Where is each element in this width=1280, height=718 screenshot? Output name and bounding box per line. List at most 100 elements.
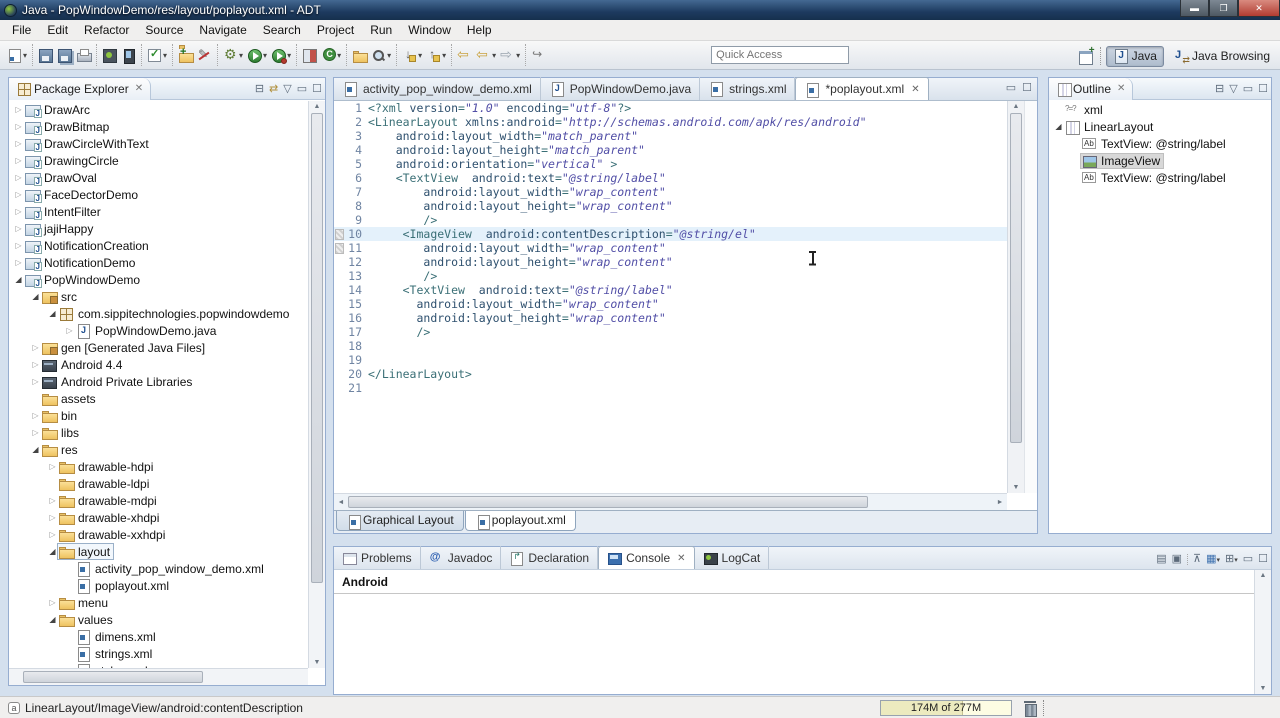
code-line-18[interactable]: 18 <box>334 339 1007 353</box>
coverage-button[interactable] <box>300 45 319 65</box>
maximize-view-icon[interactable]: ☐ <box>1258 553 1268 565</box>
save-button[interactable] <box>36 45 55 65</box>
dropdown-caret-icon[interactable]: ▾ <box>492 51 496 60</box>
perspective-java[interactable]: Java <box>1105 45 1164 67</box>
code-line-8[interactable]: 8 android:layout_height="wrap_content" <box>334 199 1007 213</box>
tree-item-strings-xml[interactable]: strings.xml <box>9 645 308 662</box>
package-explorer-tab[interactable]: Package Explorer ✕ <box>9 77 152 100</box>
tree-item-assets[interactable]: assets <box>9 390 308 407</box>
code-line-16[interactable]: 16 android:layout_height="wrap_content" <box>334 311 1007 325</box>
expand-arrow-icon[interactable]: ▷ <box>47 598 58 607</box>
tree-item-popwindowdemo[interactable]: ◢ PopWindowDemo <box>9 271 308 288</box>
expand-arrow-icon[interactable]: ▷ <box>47 513 58 522</box>
display-selected-console-icon[interactable]: ▦▾ <box>1206 553 1220 565</box>
run-button[interactable]: ▾ <box>245 45 269 65</box>
last-edit-location-button[interactable] <box>529 45 548 65</box>
close-icon[interactable]: ✕ <box>135 83 143 94</box>
code-line-21[interactable]: 21 <box>334 381 1007 395</box>
editor-tab-activity-pop-window-demo-xml[interactable]: activity_pop_window_demo.xml <box>334 77 541 100</box>
minimize-view-icon[interactable]: ▭ <box>297 83 307 95</box>
menu-item-navigate[interactable]: Navigate <box>191 21 254 39</box>
maximize-view-icon[interactable]: ☐ <box>1258 83 1268 95</box>
tree-item-res[interactable]: ◢ res <box>9 441 308 458</box>
console-tab-declaration[interactable]: Declaration <box>501 546 599 569</box>
tree-item-drawable-mdpi[interactable]: ▷ drawable-mdpi <box>9 492 308 509</box>
scroll-lock-icon[interactable]: ▣ <box>1172 553 1182 565</box>
expand-arrow-icon[interactable]: ▷ <box>30 411 41 420</box>
menu-item-window[interactable]: Window <box>400 21 459 39</box>
code-line-15[interactable]: 15 android:layout_width="wrap_content" <box>334 297 1007 311</box>
next-annotation-button[interactable]: ▾ <box>400 45 424 65</box>
tree-item-gen-generated-java-files[interactable]: ▷ gen [Generated Java Files] <box>9 339 308 356</box>
expand-arrow-icon[interactable]: ▷ <box>47 462 58 471</box>
editor-hscrollbar[interactable]: ◄ ► <box>334 493 1007 510</box>
search-button[interactable]: ▾ <box>369 45 393 65</box>
tree-item-poplayout-xml[interactable]: poplayout.xml <box>9 577 308 594</box>
close-window-button[interactable]: ✕ <box>1238 0 1280 17</box>
expand-arrow-icon[interactable]: ▷ <box>13 122 24 131</box>
expand-arrow-icon[interactable]: ▷ <box>13 105 24 114</box>
view-menu-icon[interactable]: ▽ <box>1229 83 1237 95</box>
tree-item-notificationdemo[interactable]: ▷ NotificationDemo <box>9 254 308 271</box>
tree-item-drawable-hdpi[interactable]: ▷ drawable-hdpi <box>9 458 308 475</box>
maximize-window-button[interactable]: ❐ <box>1209 0 1238 17</box>
dropdown-caret-icon[interactable]: ▾ <box>163 51 167 60</box>
run-lint-button[interactable] <box>195 45 214 65</box>
collapse-arrow-icon[interactable]: ◢ <box>47 309 58 318</box>
tree-item-xml[interactable]: xml <box>1049 101 1271 118</box>
tree-item-textview-string-label[interactable]: TextView: @string/label <box>1049 135 1271 152</box>
new-java-class-button[interactable]: ▾ <box>319 45 343 65</box>
save-all-button[interactable] <box>55 45 74 65</box>
tree-item-dimens-xml[interactable]: dimens.xml <box>9 628 308 645</box>
xml-editor[interactable]: 1 <?xml version="1.0" encoding="utf-8"?> 2… <box>334 101 1007 493</box>
new-android-project-button[interactable] <box>176 44 195 65</box>
menu-item-project[interactable]: Project <box>309 21 362 39</box>
close-icon[interactable]: ✕ <box>1117 83 1125 94</box>
editor-page-tab-poplayout-xml[interactable]: poplayout.xml <box>464 511 576 531</box>
editor-page-tab-graphical-layout[interactable]: Graphical Layout <box>336 511 464 531</box>
expand-arrow-icon[interactable]: ▷ <box>47 496 58 505</box>
link-with-editor-icon[interactable]: ⇄ <box>269 83 278 95</box>
debug-button[interactable]: ▾ <box>221 45 245 65</box>
code-line-13[interactable]: 13 /> <box>334 269 1007 283</box>
expand-arrow-icon[interactable]: ▷ <box>30 343 41 352</box>
dropdown-caret-icon[interactable]: ▾ <box>239 51 243 60</box>
android-virtual-device-manager-button[interactable] <box>119 45 138 65</box>
tree-item-drawoval[interactable]: ▷ DrawOval <box>9 169 308 186</box>
back-button[interactable] <box>455 45 474 65</box>
editor-tab-strings-xml[interactable]: strings.xml <box>700 77 796 100</box>
run-garbage-collector-icon[interactable] <box>1024 700 1037 717</box>
back-history-button[interactable]: ▾ <box>474 45 498 65</box>
menu-item-source[interactable]: Source <box>137 21 191 39</box>
expand-arrow-icon[interactable]: ▷ <box>13 224 24 233</box>
clear-console-icon[interactable]: ▤ <box>1156 553 1166 565</box>
pin-console-icon[interactable]: ⊼ <box>1187 553 1201 565</box>
editor-tab-popwindowdemo-java[interactable]: PopWindowDemo.java <box>541 77 701 100</box>
collapse-arrow-icon[interactable]: ◢ <box>13 275 24 284</box>
console-tab-logcat[interactable]: LogCat <box>695 546 770 569</box>
outline-tab[interactable]: Outline ✕ <box>1049 77 1134 100</box>
quick-access-input[interactable] <box>711 46 850 64</box>
tree-item-drawable-ldpi[interactable]: drawable-ldpi <box>9 475 308 492</box>
close-tab-icon[interactable]: ✕ <box>677 553 685 564</box>
tree-item-drawingcircle[interactable]: ▷ DrawingCircle <box>9 152 308 169</box>
dropdown-caret-icon[interactable]: ▾ <box>387 51 391 60</box>
tree-item-menu[interactable]: ▷ menu <box>9 594 308 611</box>
collapse-arrow-icon[interactable]: ◢ <box>30 292 41 301</box>
code-line-20[interactable]: 20 </LinearLayout> <box>334 367 1007 381</box>
code-line-14[interactable]: 14 <TextView android:text="@string/label… <box>334 283 1007 297</box>
tree-item-linearlayout[interactable]: ◢ LinearLayout <box>1049 118 1271 135</box>
expand-arrow-icon[interactable]: ▷ <box>13 173 24 182</box>
dropdown-caret-icon[interactable]: ▾ <box>442 51 446 60</box>
code-line-7[interactable]: 7 android:layout_width="wrap_content" <box>334 185 1007 199</box>
dropdown-caret-icon[interactable]: ▾ <box>23 51 27 60</box>
minimize-view-icon[interactable]: ▭ <box>1243 83 1253 95</box>
tree-item-values[interactable]: ◢ values <box>9 611 308 628</box>
open-perspective-button[interactable] <box>1076 45 1095 66</box>
code-line-1[interactable]: 1 <?xml version="1.0" encoding="utf-8"?> <box>334 101 1007 115</box>
close-tab-icon[interactable]: ✕ <box>911 84 919 95</box>
dropdown-caret-icon[interactable]: ▾ <box>287 51 291 60</box>
expand-arrow-icon[interactable]: ▷ <box>47 530 58 539</box>
minimize-window-button[interactable]: ▬ <box>1180 0 1209 17</box>
minimize-view-icon[interactable]: ▭ <box>1243 553 1253 565</box>
